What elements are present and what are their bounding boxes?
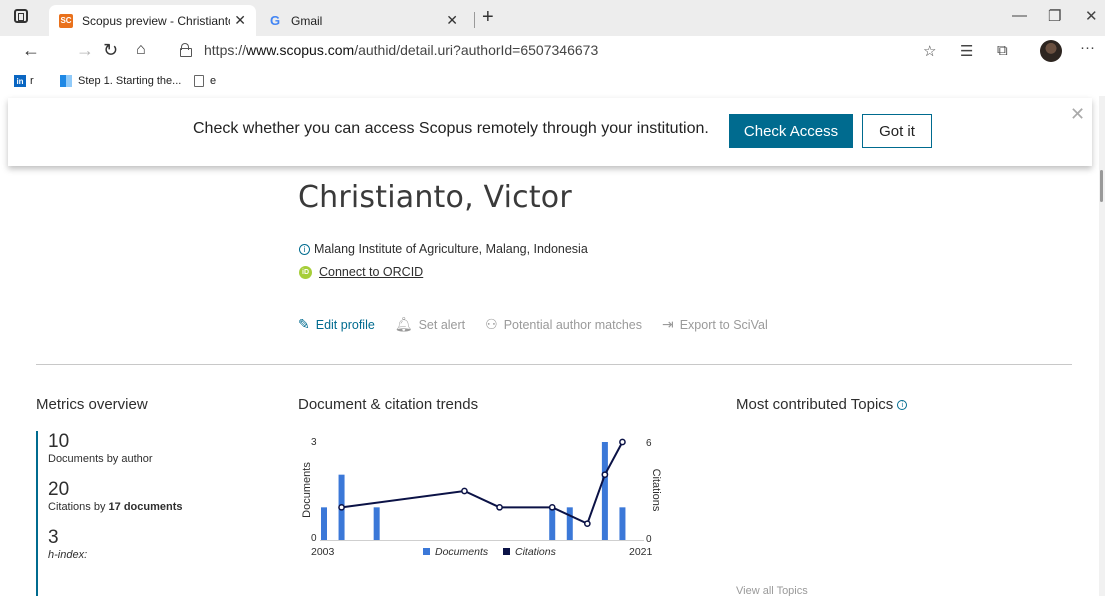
citations-point-2013[interactable] <box>496 503 503 511</box>
profile-actions: ✎ Edit profile 🔔︎ Set alert ⚇ Potential … <box>298 316 788 333</box>
banner-text: Check whether you can access Scopus remo… <box>193 120 709 137</box>
documents-bar-2006[interactable] <box>373 507 380 540</box>
citations-point-2020[interactable] <box>619 438 626 446</box>
h-index-label: h-index: <box>48 549 88 561</box>
edit-profile-button[interactable]: ✎ Edit profile <box>298 316 375 333</box>
y-right-label: Citations <box>650 469 662 512</box>
banner-close-icon[interactable]: ✕ <box>1070 104 1085 125</box>
back-icon[interactable]: ← <box>22 40 40 61</box>
topics-title: Most contributed Topics i <box>736 396 908 413</box>
profile-avatar[interactable] <box>1040 40 1062 62</box>
favorites-list-icon[interactable]: ☰ <box>960 42 973 60</box>
linkedin-icon: in <box>14 75 26 87</box>
tab-actions-icon[interactable] <box>14 9 28 23</box>
flag-icon <box>60 75 72 87</box>
documents-bar-2019[interactable] <box>601 442 608 540</box>
citations-count[interactable]: 20 <box>48 479 236 501</box>
legend-documents-label: Documents <box>435 546 489 558</box>
view-all-topics-link[interactable]: View all Topics <box>736 585 808 596</box>
scrollbar-thumb[interactable] <box>1100 170 1103 202</box>
collections-icon[interactable]: ⧉ <box>997 42 1008 59</box>
more-menu-icon[interactable]: ··· <box>1080 39 1095 56</box>
new-tab-icon[interactable]: + <box>482 6 494 29</box>
author-affiliation: i Malang Institute of Agriculture, Malan… <box>299 242 588 256</box>
export-scival-button[interactable]: ⇥ Export to SciVal <box>662 316 768 333</box>
tab-title: Scopus preview - Christianto, Vic <box>82 13 230 28</box>
x-end-label: 2021 <box>629 546 653 558</box>
remote-access-banner: Check whether you can access Scopus remo… <box>8 98 1092 166</box>
tab-scopus[interactable]: SC Scopus preview - Christianto, Vic ✕ <box>49 5 256 36</box>
citations-point-2004[interactable] <box>338 503 345 511</box>
pencil-icon: ✎ <box>298 316 310 332</box>
window-close-icon[interactable]: ✕ <box>1085 7 1098 25</box>
legend-citations-swatch <box>503 548 510 555</box>
citations-point-2019[interactable] <box>601 471 609 479</box>
tab-close-icon[interactable]: ✕ <box>446 12 458 29</box>
address-bar: ← → ↻ ⌂ https://www.scopus.com/authid/de… <box>0 36 1105 68</box>
lock-icon[interactable] <box>180 43 192 57</box>
orcid-row: iD Connect to ORCID <box>299 265 423 279</box>
browser-tab-bar: SC Scopus preview - Christianto, Vic ✕ G… <box>0 0 1105 36</box>
y-right-tick-top: 6 <box>646 438 652 449</box>
favorite-star-icon[interactable]: ☆ <box>923 42 936 60</box>
set-alert-button[interactable]: 🔔︎ Set alert <box>395 316 465 333</box>
trends-title: Document & citation trends <box>298 396 479 413</box>
page-icon <box>194 75 204 87</box>
documents-bar-2017[interactable] <box>566 507 573 540</box>
x-start-label: 2003 <box>311 546 335 558</box>
metrics-overview: 10 Documents by author 20 Citations by 1… <box>36 431 236 596</box>
documents-count[interactable]: 10 <box>48 431 236 453</box>
y-left-tick-top: 3 <box>311 437 317 448</box>
got-it-button[interactable]: Got it <box>862 114 932 148</box>
h-index-value[interactable]: 3 <box>48 527 236 549</box>
restore-icon[interactable]: ❐ <box>1048 7 1061 25</box>
people-icon: ⚇ <box>485 316 498 332</box>
google-favicon-icon: G <box>269 13 281 28</box>
scopus-favicon-icon: SC <box>59 13 73 28</box>
reload-icon[interactable]: ↻ <box>103 40 118 61</box>
url-field[interactable]: https://www.scopus.com/authid/detail.uri… <box>204 42 598 58</box>
tab-separator <box>474 12 475 28</box>
home-icon[interactable]: ⌂ <box>136 41 146 59</box>
y-left-tick-bottom: 0 <box>311 533 317 544</box>
info-icon[interactable]: i <box>897 400 908 411</box>
documents-label: Documents by author <box>48 453 153 465</box>
metrics-title: Metrics overview <box>36 396 148 413</box>
section-divider <box>36 364 1072 365</box>
bookmark-item[interactable]: e <box>194 75 216 87</box>
y-left-label: Documents <box>301 462 313 518</box>
info-icon[interactable]: i <box>299 243 310 255</box>
connect-orcid-link[interactable]: Connect to ORCID <box>319 265 423 279</box>
tab-gmail[interactable]: G Gmail ✕ <box>258 5 468 36</box>
tab-close-icon[interactable]: ✕ <box>234 12 246 29</box>
citations-point-2016[interactable] <box>548 503 556 511</box>
bookmark-item[interactable]: in r <box>14 75 34 87</box>
citations-label: Citations by 17 documents <box>48 501 183 513</box>
orcid-icon: iD <box>299 265 312 279</box>
documents-bar-2020[interactable] <box>619 507 626 540</box>
citations-point-2011[interactable] <box>461 487 468 495</box>
legend-documents-swatch <box>423 548 430 555</box>
citations-point-2018[interactable] <box>583 520 591 528</box>
check-access-button[interactable]: Check Access <box>729 114 853 148</box>
tab-title: Gmail <box>291 13 323 28</box>
document-citation-chart[interactable]: 3 0 6 0 Documents Citations 2003 2021 Do… <box>298 434 668 562</box>
minimize-icon[interactable]: — <box>1012 7 1027 24</box>
y-right-tick-bottom: 0 <box>646 534 652 545</box>
documents-bar-2016[interactable] <box>549 507 556 540</box>
bell-icon: 🔔︎ <box>394 316 413 332</box>
bookmarks-bar: in r Step 1. Starting the... e <box>0 68 1105 96</box>
documents-bar-2003[interactable] <box>321 507 327 540</box>
forward-icon[interactable]: → <box>76 40 94 61</box>
export-icon: ⇥ <box>661 316 674 332</box>
potential-matches-button[interactable]: ⚇ Potential author matches <box>485 316 642 333</box>
author-name: Christianto, Victor <box>298 180 572 215</box>
legend-citations-label: Citations <box>515 546 557 558</box>
bookmark-item[interactable]: Step 1. Starting the... <box>60 75 181 87</box>
citations-line <box>341 441 624 526</box>
